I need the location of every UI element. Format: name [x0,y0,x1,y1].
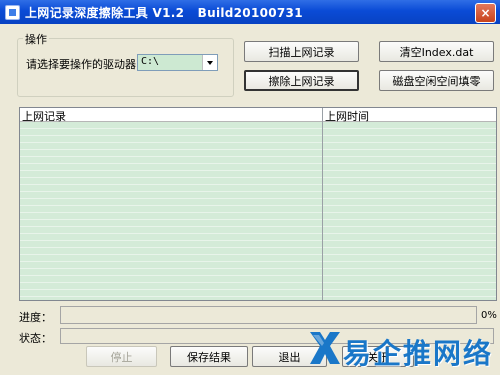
chevron-down-icon[interactable] [202,55,217,70]
drive-select-value: C:\ [141,56,160,67]
stop-button[interactable]: 停止 [86,346,157,367]
scan-button[interactable]: 扫描上网记录 [244,41,359,62]
close-icon: × [480,6,491,20]
column-divider[interactable] [322,108,323,300]
progress-bar [60,306,477,324]
window-title: 上网记录深度擦除工具 V1.2 Build20100731 [25,5,303,20]
records-table[interactable]: 上网记录 上网时间 [19,107,497,301]
operation-group-label: 操作 [23,31,49,47]
column-header-records[interactable]: 上网记录 [22,108,66,124]
status-label: 状态： [19,332,52,345]
progress-percent: 0% [481,310,497,321]
remove-records-button[interactable]: 擦除上网记录 [244,70,359,91]
title-bar: 上网记录深度擦除工具 V1.2 Build20100731 × [0,0,500,24]
watermark-logo-icon [310,332,340,364]
app-icon [5,4,20,20]
operation-group: 操作 请选择要操作的驱动器： C:\ [17,31,234,97]
column-header-time[interactable]: 上网时间 [325,108,369,124]
table-header: 上网记录 上网时间 [20,108,496,124]
fill-free-space-button[interactable]: 磁盘空闲空间填零 [379,70,494,91]
drive-label: 请选择要操作的驱动器： [26,58,147,71]
close-button[interactable]: × [475,3,496,23]
clear-index-button[interactable]: 清空Index.dat [379,41,494,62]
progress-label: 进度： [19,311,52,324]
drive-select[interactable]: C:\ [137,54,218,71]
save-results-button[interactable]: 保存结果 [170,346,248,367]
watermark-text: 易企推网络 [343,337,494,370]
